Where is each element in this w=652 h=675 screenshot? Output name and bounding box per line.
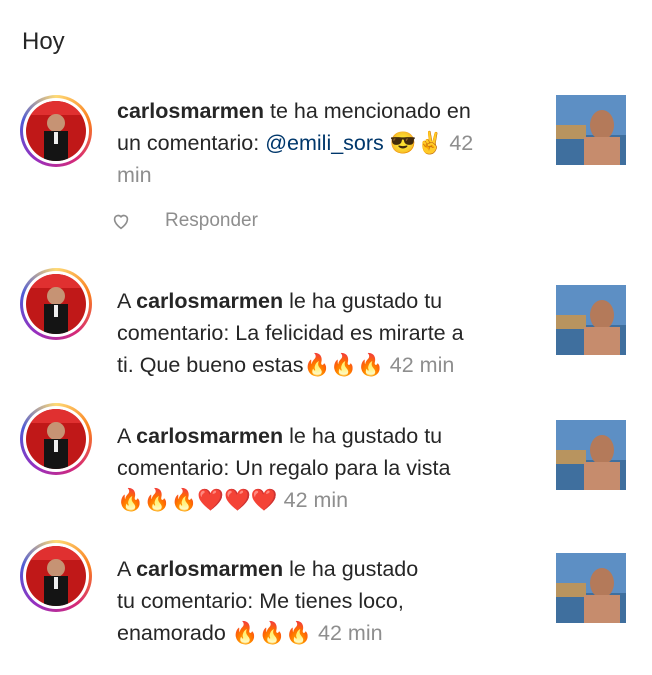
reply-button[interactable]: Responder: [165, 210, 258, 232]
avatar[interactable]: [20, 268, 92, 340]
section-title: Hoy: [22, 28, 65, 55]
timestamp: 42 min: [318, 621, 383, 645]
avatar-photo: [26, 101, 86, 161]
avatar[interactable]: [20, 403, 92, 475]
post-thumbnail[interactable]: [556, 420, 626, 490]
heart-outline-icon[interactable]: [110, 210, 132, 232]
emoji: 🔥🔥🔥: [231, 621, 313, 645]
timestamp: 42: [449, 131, 474, 155]
timestamp-unit: min: [117, 163, 152, 187]
avatar-photo: [26, 409, 86, 469]
username-link[interactable]: carlosmarmen: [117, 99, 264, 123]
username-link[interactable]: carlosmarmen: [136, 557, 283, 581]
emoji: 😎✌️: [383, 131, 444, 155]
emoji: 🔥🔥🔥❤️❤️❤️: [117, 488, 278, 512]
timestamp: 42 min: [283, 488, 349, 512]
avatar[interactable]: [20, 540, 92, 612]
avatar-photo: [26, 546, 86, 606]
username-link[interactable]: carlosmarmen: [136, 289, 283, 313]
avatar[interactable]: [20, 95, 92, 167]
post-thumbnail[interactable]: [556, 285, 626, 355]
post-thumbnail[interactable]: [556, 553, 626, 623]
post-thumbnail[interactable]: [556, 95, 626, 165]
mention-link[interactable]: @emili_sors: [265, 131, 384, 155]
timestamp: 42 min: [389, 353, 455, 377]
avatar-photo: [26, 274, 86, 334]
username-link[interactable]: carlosmarmen: [136, 424, 283, 448]
emoji: 🔥🔥🔥: [303, 353, 384, 377]
